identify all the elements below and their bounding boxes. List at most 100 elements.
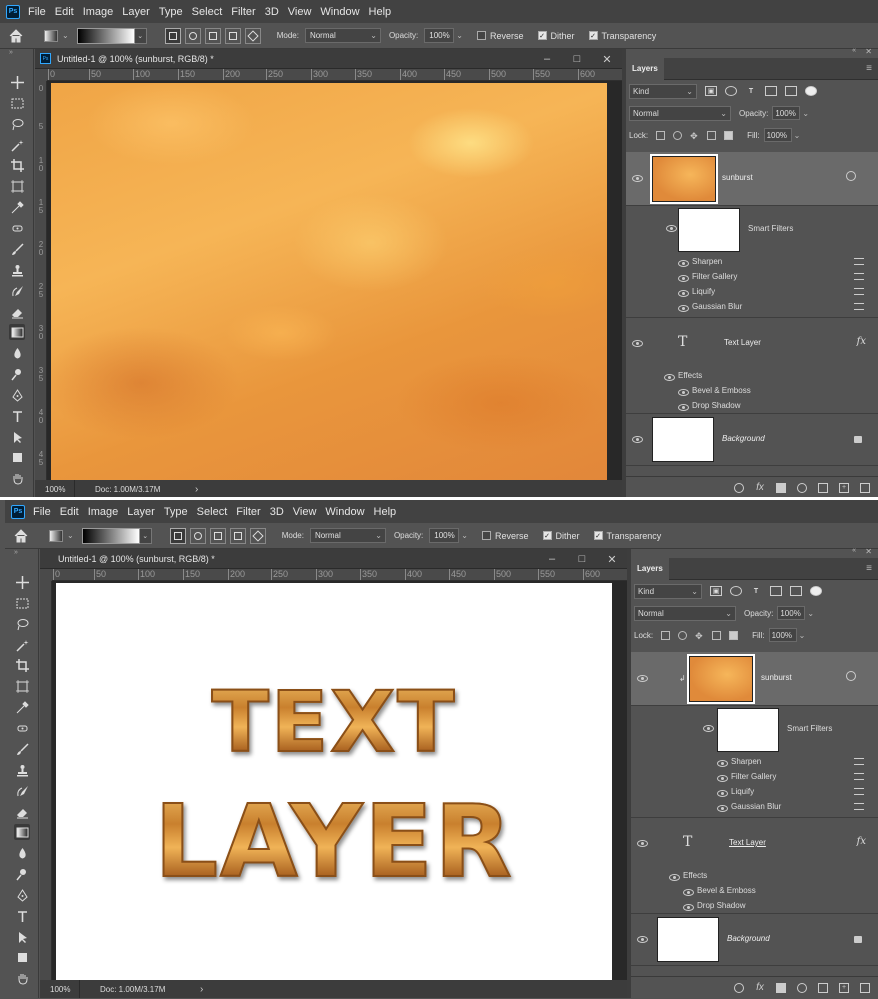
vertical-ruler[interactable]: 0 5 1 0 1 5 2 0 2 5 3 0 3 5 4 0 4 5 [35, 81, 47, 480]
eye-icon[interactable] [632, 436, 643, 443]
horizontal-ruler[interactable]: 0 50 100 150 200 250 300 350 400 450 500… [52, 569, 627, 581]
fill-field[interactable]: 100% [768, 628, 797, 642]
effect-drop-shadow[interactable]: Drop Shadow [697, 901, 745, 910]
filter-gaussian-blur[interactable]: Gaussian Blur [692, 302, 742, 311]
ruler-corner[interactable] [40, 569, 52, 581]
zoom-level[interactable]: 100% [40, 980, 80, 998]
fx-icon[interactable]: fx [755, 482, 765, 493]
chevron-down-icon[interactable]: ⌄ [456, 31, 463, 40]
menu-layer[interactable]: Layer [127, 506, 155, 518]
maximize-icon[interactable]: □ [567, 553, 597, 565]
mode-select[interactable]: Normal ⌄ [309, 528, 386, 543]
transparency-checkbox[interactable]: ✓ [593, 531, 603, 540]
home-icon[interactable] [5, 528, 37, 543]
eraser-icon[interactable] [9, 304, 25, 320]
zoom-level[interactable]: 100% [35, 480, 75, 498]
shape-tool-icon[interactable] [14, 949, 30, 965]
lasso-tool-icon[interactable] [9, 116, 25, 132]
chevron-down-icon[interactable]: ⌄ [134, 27, 147, 44]
minimize-icon[interactable]: – [532, 53, 562, 65]
adjustment-layer-icon[interactable] [797, 982, 807, 993]
minimize-icon[interactable]: – [537, 553, 567, 565]
smart-object-filter-icon[interactable] [790, 586, 802, 596]
type-tool-icon[interactable] [14, 908, 30, 924]
link-layers-icon[interactable] [734, 982, 744, 993]
frame-tool-icon[interactable] [14, 678, 30, 694]
ruler-corner[interactable] [35, 69, 47, 81]
eye-icon[interactable] [683, 889, 694, 896]
filter-gaussian-blur[interactable]: Gaussian Blur [731, 802, 781, 811]
collapse-icon[interactable]: « [852, 547, 856, 554]
blur-tool-icon[interactable] [14, 845, 30, 861]
chevron-right-icon[interactable]: › [200, 984, 203, 995]
linear-gradient-button[interactable] [164, 27, 181, 44]
gradient-swatch[interactable] [76, 27, 135, 44]
pen-tool-icon[interactable] [14, 887, 30, 903]
magic-wand-icon[interactable] [9, 137, 25, 153]
effect-bevel-emboss[interactable]: Bevel & Emboss [692, 386, 751, 395]
chevron-down-icon[interactable]: ⌄ [139, 527, 152, 544]
filter-options-icon[interactable] [854, 303, 864, 310]
reflected-gradient-button[interactable] [229, 527, 246, 544]
tab-layers[interactable]: Layers [631, 557, 669, 580]
lock-artboard-icon[interactable] [712, 630, 722, 640]
path-selection-icon[interactable] [9, 429, 25, 445]
filter-gallery[interactable]: Filter Gallery [731, 772, 776, 781]
layer-text[interactable]: T Text Layer fx Effects Bevel & Emboss D… [631, 818, 878, 914]
lock-artboard-icon[interactable] [707, 130, 717, 140]
pen-tool-icon[interactable] [9, 387, 25, 403]
panel-menu-icon[interactable]: ≡ [866, 63, 872, 74]
fx-icon[interactable]: fx [857, 336, 866, 347]
gradient-tool-icon[interactable] [14, 824, 30, 840]
eye-icon[interactable] [637, 936, 648, 943]
menu-edit[interactable]: Edit [60, 506, 79, 518]
filter-sharpen[interactable]: Sharpen [692, 257, 722, 266]
filter-options-icon[interactable] [854, 273, 864, 280]
blur-tool-icon[interactable] [9, 345, 25, 361]
tool-preset-picker[interactable] [49, 529, 63, 542]
menu-image[interactable]: Image [83, 6, 114, 18]
clone-stamp-icon[interactable] [9, 262, 25, 278]
close-icon[interactable]: ✕ [865, 547, 872, 556]
eye-icon[interactable] [666, 225, 677, 232]
lock-position-icon[interactable]: ✥ [695, 631, 704, 641]
filter-options-icon[interactable] [854, 773, 864, 780]
kind-filter-select[interactable]: Kind ⌄ [629, 83, 697, 99]
menu-select[interactable]: Select [197, 506, 228, 518]
adjustment-filter-icon[interactable] [730, 586, 742, 596]
dodge-tool-icon[interactable] [9, 366, 25, 382]
filter-sharpen[interactable]: Sharpen [731, 757, 761, 766]
maximize-icon[interactable]: □ [562, 53, 592, 65]
history-brush-icon[interactable] [14, 783, 30, 799]
menu-3d[interactable]: 3D [270, 506, 284, 518]
new-layer-icon[interactable]: + [839, 482, 849, 493]
menu-image[interactable]: Image [88, 506, 119, 518]
reflected-gradient-button[interactable] [224, 27, 241, 44]
path-selection-icon[interactable] [14, 929, 30, 945]
eye-icon[interactable] [717, 790, 728, 797]
collapse-icon[interactable]: « [852, 47, 856, 54]
shape-filter-icon[interactable] [770, 586, 782, 596]
eye-icon[interactable] [678, 305, 689, 312]
dodge-tool-icon[interactable] [14, 866, 30, 882]
fx-icon[interactable]: fx [857, 836, 866, 847]
menu-select[interactable]: Select [192, 6, 223, 18]
menu-file[interactable]: File [28, 6, 46, 18]
trash-icon[interactable] [860, 982, 870, 993]
brush-tool-icon[interactable] [9, 241, 25, 257]
menu-layer[interactable]: Layer [122, 6, 150, 18]
link-layers-icon[interactable] [734, 482, 744, 493]
eye-icon[interactable] [678, 404, 689, 411]
mode-select[interactable]: Normal ⌄ [304, 28, 381, 43]
smart-filter-mask[interactable] [678, 208, 740, 252]
chevron-down-icon[interactable]: ⌄ [461, 531, 468, 540]
angle-gradient-button[interactable] [209, 527, 226, 544]
lock-all-icon[interactable] [729, 630, 739, 640]
canvas-area[interactable]: TEXT LAYER [52, 581, 627, 981]
lock-icon[interactable] [854, 436, 862, 443]
shape-tool-icon[interactable] [9, 449, 25, 465]
effect-drop-shadow[interactable]: Drop Shadow [692, 401, 740, 410]
white-canvas[interactable]: TEXT LAYER [56, 583, 612, 981]
horizontal-ruler[interactable]: 0 50 100 150 200 250 300 350 400 450 500… [47, 69, 622, 81]
filter-options-icon[interactable] [854, 288, 864, 295]
